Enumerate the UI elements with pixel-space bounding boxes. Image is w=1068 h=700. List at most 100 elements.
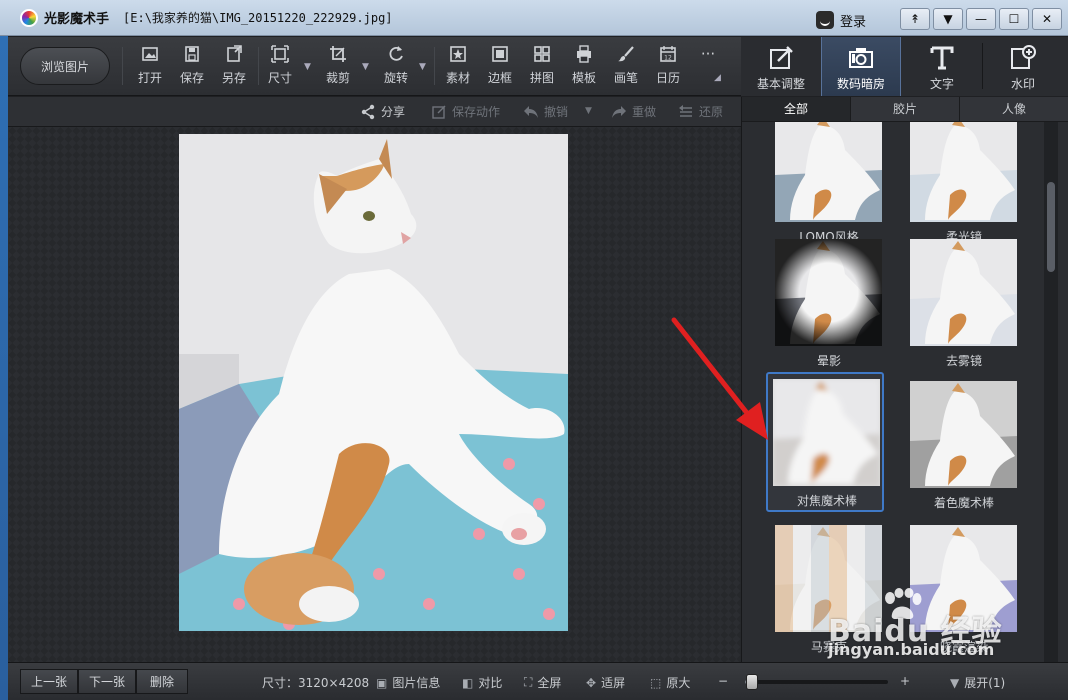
filter-item[interactable]: 去雾镜 <box>905 234 1023 374</box>
tab-text[interactable]: 文字 <box>902 37 982 96</box>
scrollbar-thumb[interactable] <box>1047 182 1055 272</box>
redo-button[interactable]: 重做 <box>611 103 656 120</box>
image-info-icon: ▣ <box>376 675 388 690</box>
tool-frame[interactable]: 边框 <box>480 45 520 89</box>
share-button[interactable]: 分享 <box>360 103 405 120</box>
filter-thumbnail-image <box>910 381 1017 488</box>
undo-button[interactable]: 撤销 <box>523 103 568 120</box>
undo-dropdown-arrow-icon[interactable]: ▼ <box>585 106 592 116</box>
cat-photo-drawing <box>179 134 568 631</box>
filter-scrollbar[interactable] <box>1044 122 1058 662</box>
filter-thumbnail-image <box>773 379 880 486</box>
zoom-slider[interactable] <box>745 674 888 690</box>
resize-dropdown-arrow-icon[interactable]: ▼ <box>304 62 311 72</box>
toolbar-divider <box>258 47 259 85</box>
svg-text:12: 12 <box>664 55 672 62</box>
login-label: 登录 <box>840 14 867 30</box>
save-disk-icon <box>185 46 199 62</box>
original-size-icon: ⬚ <box>650 675 662 690</box>
zoom-in-button[interactable]: + <box>900 674 910 688</box>
rotate-dropdown-arrow-icon[interactable]: ▼ <box>419 62 426 72</box>
redo-arrow-icon <box>612 105 626 118</box>
rotate-icon <box>389 46 403 61</box>
close-button[interactable]: ✕ <box>1032 8 1062 30</box>
tab-portrait[interactable]: 人像 <box>960 97 1068 121</box>
zoom-slider-knob[interactable] <box>746 674 759 690</box>
tool-more[interactable]: ··· <box>688 45 728 89</box>
printer-template-icon <box>577 45 591 63</box>
maximize-button[interactable]: ☐ <box>999 8 1029 30</box>
main-toolbar: 浏览图片 打开 保存 另存 尺寸 ▼ 裁剪 ▼ 旋转 ▼ 素材 边框 拼图 模板… <box>8 37 741 96</box>
delete-image-button[interactable]: 删除 <box>136 669 188 694</box>
tool-resize[interactable]: 尺寸 <box>260 45 300 89</box>
tool-rotate[interactable]: 旋转 <box>376 45 416 89</box>
filter-item[interactable]: 对焦魔术棒 <box>766 372 884 512</box>
tab-all[interactable]: 全部 <box>742 97 851 121</box>
tab-digital-darkroom[interactable]: 数码暗房 <box>821 37 901 96</box>
image-info-button[interactable]: ▣ 图片信息 <box>376 674 440 691</box>
filter-item[interactable]: 晕影 <box>770 234 888 374</box>
save-action-icon <box>432 105 446 119</box>
toolbar-expand-arrow-icon[interactable]: ◢ <box>714 73 721 83</box>
tab-basic-adjust[interactable]: 基本调整 <box>741 37 821 96</box>
filter-category-tabs: 全部 胶片 人像 <box>742 97 1068 122</box>
tool-calendar[interactable]: 12 日历 <box>648 45 688 89</box>
filter-label: 去雾镜 <box>945 354 982 368</box>
expand-button[interactable]: ▼ 展开(1) <box>950 674 1005 691</box>
filter-panel: 全部 胶片 人像 LOMO风格 柔光镜 晕影 去雾镜对焦魔术棒 着色魔术棒 马赛克 晓霞渲染 <box>741 97 1068 662</box>
tool-save[interactable]: 保存 <box>172 45 212 89</box>
file-title: [E:\我家养的猫\IMG_20151220_222929.jpg] <box>123 11 393 25</box>
star-material-icon <box>450 46 466 62</box>
tab-film[interactable]: 胶片 <box>851 97 960 121</box>
tool-open[interactable]: 打开 <box>130 45 170 89</box>
skin-button[interactable]: ↟ <box>900 8 930 30</box>
filter-thumbnail <box>910 239 1017 346</box>
fullscreen-button[interactable]: ⛶ 全屏 <box>524 674 561 691</box>
desktop-edge <box>0 36 8 700</box>
toolbar-divider <box>434 47 435 85</box>
compare-button[interactable]: ◧ 对比 <box>462 674 502 691</box>
filter-item[interactable]: LOMO风格 <box>770 122 888 250</box>
action-bar: 分享 保存动作 撤销 ▼ 重做 还原 <box>8 97 741 127</box>
filter-thumbnail <box>773 379 880 486</box>
save-action-button[interactable]: 保存动作 <box>432 103 500 120</box>
restore-button[interactable]: 还原 <box>678 103 723 120</box>
zoom-out-button[interactable]: − <box>718 674 728 688</box>
right-panel-tabs: 基本调整 数码暗房 文字 水印 <box>741 37 1068 96</box>
tab-watermark[interactable]: 水印 <box>983 37 1063 96</box>
resize-icon <box>271 45 289 63</box>
filter-item[interactable]: 柔光镜 <box>905 122 1023 250</box>
image-canvas[interactable] <box>8 127 741 662</box>
crop-dropdown-arrow-icon[interactable]: ▼ <box>362 62 369 72</box>
tool-template[interactable]: 模板 <box>564 45 604 89</box>
tool-crop[interactable]: 裁剪 <box>318 45 358 89</box>
tool-brush[interactable]: 画笔 <box>606 45 646 89</box>
filter-item[interactable]: 着色魔术棒 <box>905 376 1023 516</box>
open-image-icon <box>142 47 158 61</box>
image-size: 尺寸：3120×4208 <box>262 676 370 690</box>
login-button[interactable]: 登录 <box>816 9 866 31</box>
tool-save-as[interactable]: 另存 <box>214 45 254 89</box>
filter-thumbnail <box>775 525 882 632</box>
filter-item[interactable]: 晓霞渲染 <box>905 520 1023 660</box>
menu-button[interactable]: ▼ <box>933 8 963 30</box>
filter-thumbnail-image <box>775 239 882 346</box>
user-face-icon <box>816 11 834 29</box>
filter-item[interactable]: 马赛克 <box>770 520 888 660</box>
more-dots-icon: ··· <box>700 45 716 63</box>
toolbar-divider <box>122 47 123 85</box>
original-size-button[interactable]: ⬚ 原大 <box>650 674 690 691</box>
app-logo-icon <box>20 8 38 27</box>
next-image-button[interactable]: 下一张 <box>78 669 136 694</box>
prev-image-button[interactable]: 上一张 <box>20 669 78 694</box>
minimize-button[interactable]: — <box>966 8 996 30</box>
filter-thumbnail-image <box>775 525 882 632</box>
status-bar: 上一张 下一张 删除 尺寸：3120×4208 ▣ 图片信息 ◧ 对比 ⛶ 全屏… <box>8 662 1068 700</box>
tool-collage[interactable]: 拼图 <box>522 45 562 89</box>
tool-material[interactable]: 素材 <box>438 45 478 89</box>
filter-thumbnail <box>910 122 1017 222</box>
fit-screen-button[interactable]: ✥ 适屏 <box>586 674 625 691</box>
filter-thumbnail <box>775 122 882 222</box>
browse-images-button[interactable]: 浏览图片 <box>20 47 110 85</box>
text-icon <box>930 46 954 70</box>
